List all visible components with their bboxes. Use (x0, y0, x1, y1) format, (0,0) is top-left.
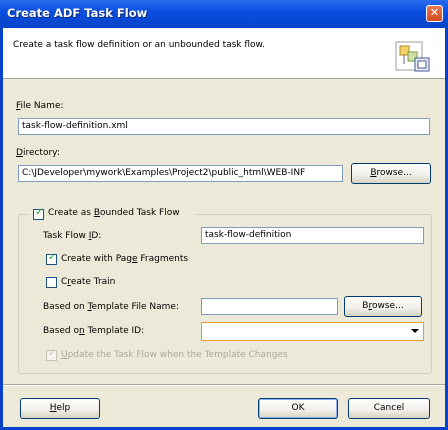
dialog-body: Create a task flow definition or an unbo… (3, 28, 445, 427)
template-browse-post: owse... (372, 301, 404, 311)
update-task-flow-checkbox: ✓ (46, 348, 57, 361)
ok-button[interactable]: OK (258, 398, 338, 419)
file-name-input[interactable]: task-flow-definition.xml (18, 118, 430, 135)
create-train-label: Create Train (61, 277, 115, 287)
directory-input[interactable]: C:\JDeveloper\mywork\Examples\Project2\p… (18, 165, 343, 182)
file-name-label-text: ile Name: (20, 101, 64, 111)
create-train-label-post: eate Train (70, 277, 116, 287)
update-label-text: pdate the Task Flow when the Template Ch… (67, 350, 288, 360)
update-mnemonic: U (61, 350, 68, 360)
directory-label: Directory: (16, 148, 60, 158)
template-id-label-post: Template ID: (84, 326, 145, 336)
footer-separator (3, 384, 445, 386)
template-id-label-pre: Based o (43, 326, 79, 336)
page-fragments-label-pre: Create with Pag (61, 254, 132, 264)
bounded-label-pre: Create as (48, 208, 94, 218)
dialog-description: Create a task flow definition or an unbo… (13, 40, 265, 50)
header-panel: Create a task flow definition or an unbo… (3, 28, 445, 79)
task-flow-id-label-post: D: (91, 231, 102, 241)
bounded-label-post: ounded Task Flow (100, 208, 180, 218)
checkmark-icon: ✓ (35, 207, 44, 218)
file-name-label: File Name: (16, 101, 64, 111)
page-fragments-checkbox[interactable]: ✓ (46, 252, 57, 265)
directory-browse-button[interactable]: Browse... (351, 163, 431, 184)
create-train-checkbox[interactable] (46, 277, 57, 288)
task-flow-id-input[interactable]: task-flow-definition (201, 227, 424, 244)
template-file-label-post: emplate File Name: (91, 302, 179, 312)
help-button[interactable]: Help (20, 398, 100, 419)
checkmark-icon: ✓ (48, 252, 57, 263)
close-button[interactable]: ✕ (426, 5, 443, 22)
bounded-task-flow-label: Create as Bounded Task Flow (48, 208, 180, 218)
template-file-input[interactable] (201, 298, 338, 315)
template-file-browse-button[interactable]: Browse... (344, 296, 422, 317)
directory-label-text: irectory: (22, 148, 60, 158)
template-file-label-pre: Based on (43, 302, 88, 312)
directory-mnemonic: D (16, 148, 23, 158)
template-file-label: Based on Template File Name: (43, 302, 179, 312)
task-flow-id-label-pre: Task Flow (43, 231, 89, 241)
task-flow-icon (395, 41, 430, 72)
template-id-label: Based on Template ID: (43, 326, 144, 336)
dialog-window: Create ADF Task Flow ✕ Create a task flo… (0, 0, 448, 430)
help-label: elp (56, 403, 71, 413)
browse-label: rowse... (376, 168, 412, 178)
page-fragments-label-post: Fragments (137, 254, 189, 264)
title-bar[interactable]: Create ADF Task Flow ✕ (0, 0, 448, 28)
page-fragments-label: Create with Page Fragments (61, 254, 188, 264)
template-id-combobox[interactable] (201, 322, 424, 341)
help-mnemonic: H (49, 403, 57, 413)
cancel-button[interactable]: Cancel (348, 398, 430, 419)
bounded-task-flow-checkbox[interactable]: ✓ (33, 207, 44, 220)
chevron-down-icon[interactable] (411, 329, 419, 333)
checkmark-icon: ✓ (48, 348, 57, 359)
task-flow-id-label: Task Flow ID: (43, 231, 101, 241)
window-title: Create ADF Task Flow (7, 6, 148, 20)
update-task-flow-label: Update the Task Flow when the Template C… (61, 350, 288, 360)
